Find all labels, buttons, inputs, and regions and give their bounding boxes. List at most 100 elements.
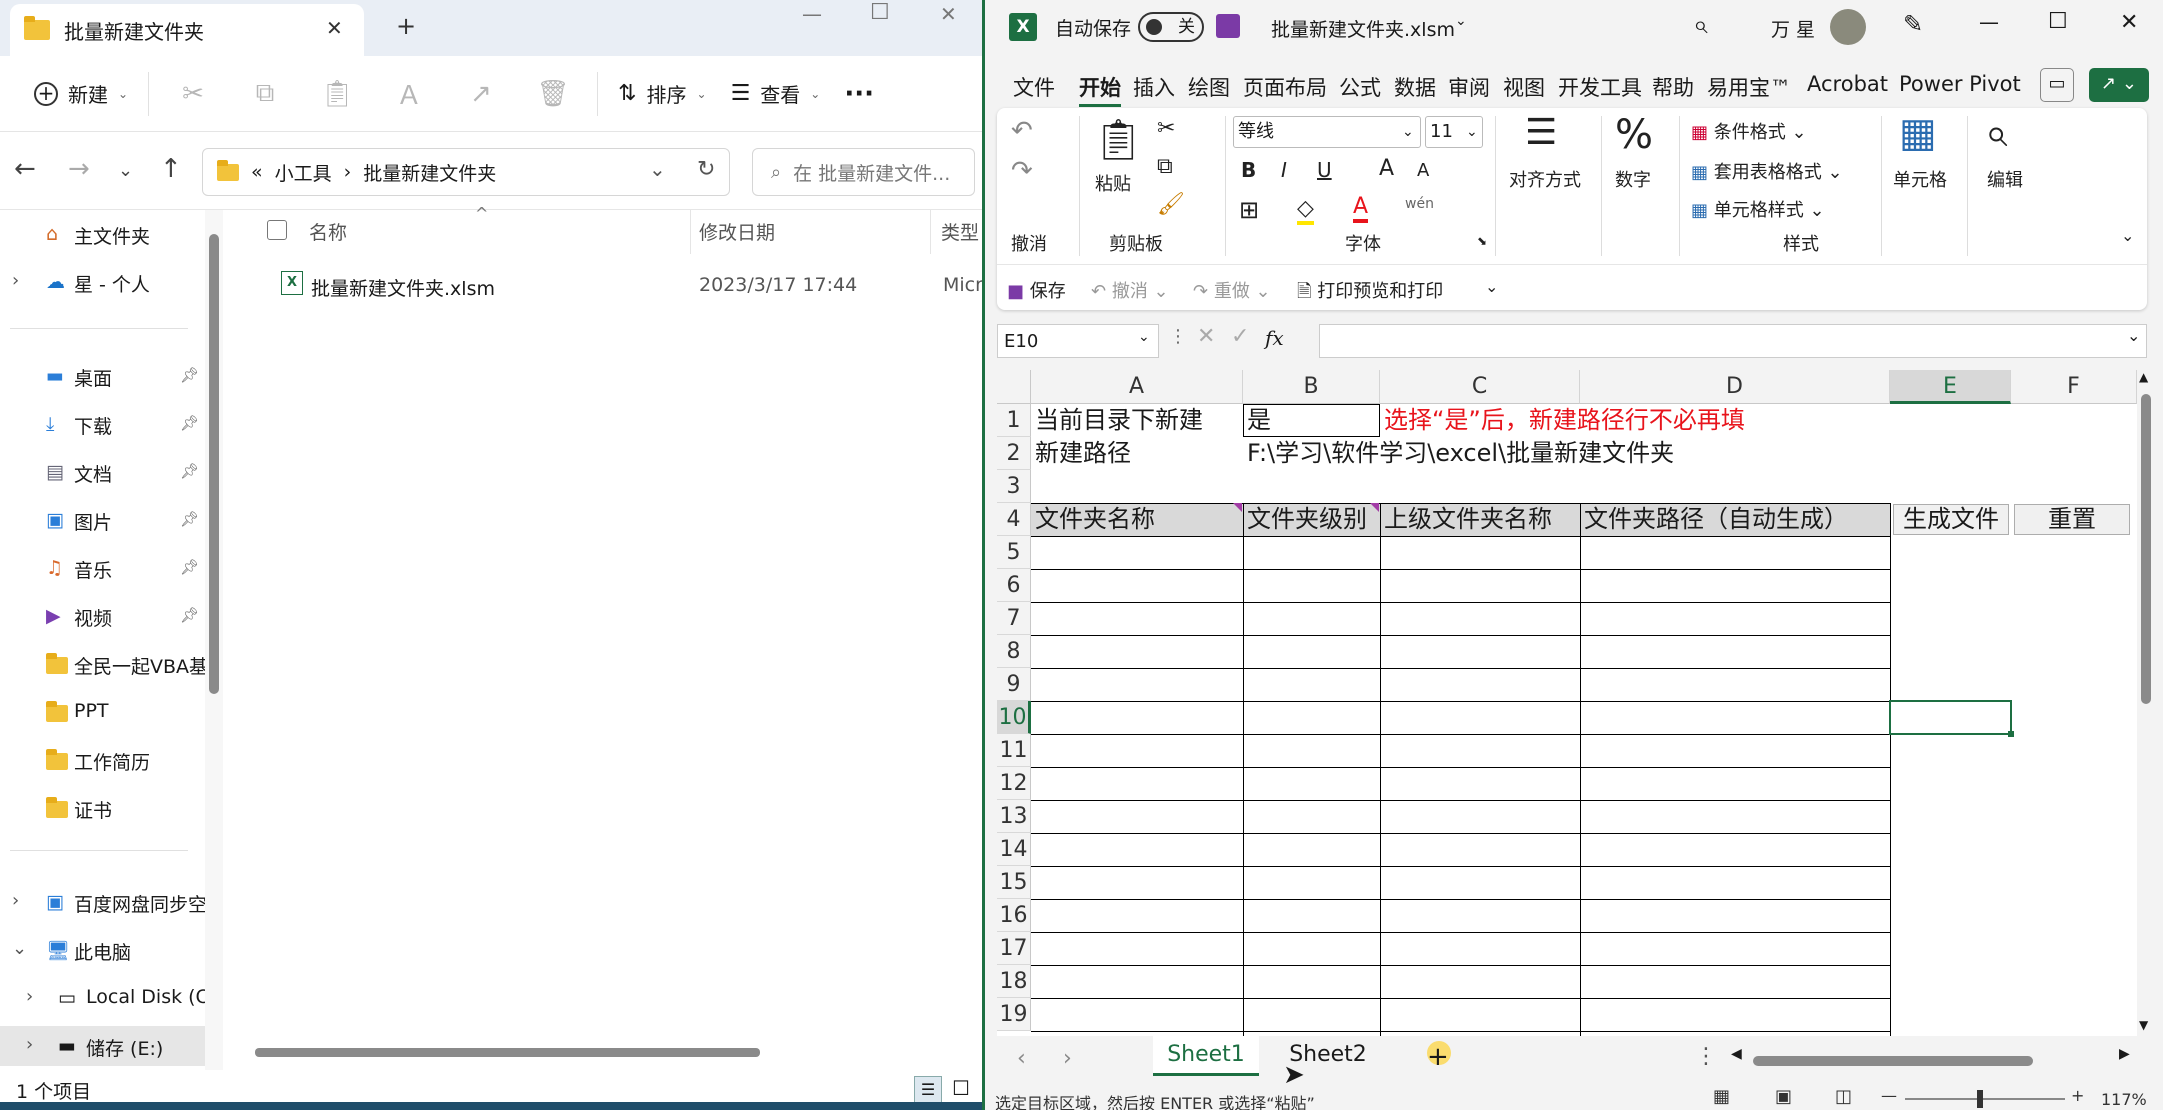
sort-button[interactable]: ⇅ 排序 ⌄ — [606, 70, 719, 118]
row-header[interactable]: 13 — [997, 800, 1031, 833]
column-header-name[interactable]: 名称 — [309, 218, 347, 245]
underline-button[interactable]: U — [1317, 158, 1332, 182]
row-header[interactable]: 1 — [997, 404, 1031, 437]
reset-button[interactable]: 重置 — [2014, 504, 2130, 535]
sidebar-item-home[interactable]: ⌂ 主文件夹 — [0, 214, 205, 254]
row-header[interactable]: 4 — [997, 503, 1031, 536]
sidebar-item-personal[interactable]: › ☁ 星 - 个人 — [0, 262, 205, 302]
close-tab-icon[interactable]: ✕ — [326, 16, 343, 40]
sidebar-item-this-pc[interactable]: ⌄ 🖥︎ 此电脑 — [0, 930, 205, 970]
sidebar-item-folder[interactable]: 全民一起VBA基 — [0, 644, 208, 684]
normal-view-icon[interactable]: ▦ — [1713, 1086, 1730, 1107]
row-header[interactable]: 8 — [997, 635, 1031, 668]
row-header[interactable]: 14 — [997, 833, 1031, 866]
maximize-button[interactable]: ☐ — [870, 0, 890, 25]
view-button[interactable]: ☰ 查看 ⌄ — [719, 70, 833, 118]
sidebar-item-folder[interactable]: PPT — [0, 692, 205, 732]
page-layout-view-icon[interactable]: ▣ — [1775, 1086, 1792, 1107]
copy-icon[interactable]: ⧉ — [1157, 154, 1173, 179]
column-header-c[interactable]: C — [1380, 370, 1580, 404]
column-header-d[interactable]: D — [1580, 370, 1890, 404]
zoom-out-icon[interactable]: — — [1881, 1086, 1897, 1105]
save-icon[interactable] — [1216, 14, 1240, 38]
row-header[interactable]: 3 — [997, 470, 1031, 503]
column-header-modified[interactable]: 修改日期 — [699, 218, 775, 245]
autosave-toggle[interactable]: 关 — [1138, 12, 1204, 42]
select-all-checkbox[interactable] — [267, 220, 287, 240]
breadcrumb-item[interactable]: 小工具 — [275, 159, 332, 186]
chevron-right-icon[interactable]: › — [26, 986, 33, 1007]
row-header[interactable]: 11 — [997, 734, 1031, 767]
column-divider[interactable] — [690, 210, 691, 254]
insert-function-icon[interactable]: fx — [1265, 326, 1284, 350]
share-icon[interactable]: ↗ — [445, 79, 517, 109]
tab-home[interactable]: 开始 — [1079, 72, 1121, 107]
row-header-selected[interactable]: 10 — [997, 701, 1031, 734]
row-header[interactable]: 15 — [997, 866, 1031, 899]
prev-sheet-icon[interactable]: ‹ — [1017, 1046, 1026, 1071]
more-options-button[interactable]: ··· — [832, 70, 886, 118]
more-icon[interactable]: ⋮ — [1169, 326, 1187, 347]
sidebar-item-downloads[interactable]: ⤓ 下载 📌︎ — [0, 404, 205, 444]
number-label[interactable]: 数字 — [1615, 166, 1651, 192]
row-header[interactable]: 2 — [997, 437, 1031, 470]
tab-review[interactable]: 审阅 — [1448, 72, 1490, 102]
select-all-corner[interactable] — [997, 370, 1031, 404]
qat-save-button[interactable]: ■ 保存 — [1007, 277, 1066, 303]
zoom-level[interactable]: 117% — [2101, 1090, 2147, 1109]
name-box[interactable]: E10 ⌄ — [997, 324, 1159, 358]
close-window-button[interactable]: ✕ — [940, 2, 957, 26]
table-format-button[interactable]: ▦ 套用表格格式 ⌄ — [1691, 158, 1843, 184]
chevron-down-icon[interactable]: ⌄ — [649, 157, 666, 181]
tab-formulas[interactable]: 公式 — [1339, 72, 1381, 102]
file-row[interactable]: X 批量新建文件夹.xlsm 2023/3/17 17:44 Micr — [223, 262, 985, 306]
cells-icon[interactable]: ▦ — [1899, 110, 1937, 156]
qat-print-button[interactable]: 🗎︎ 打印预览和打印 — [1297, 277, 1443, 309]
tab-data[interactable]: 数据 — [1394, 72, 1436, 102]
column-header-a[interactable]: A — [1031, 370, 1243, 404]
row-header[interactable]: 16 — [997, 899, 1031, 932]
sidebar-item-local-disk[interactable]: › ▭ Local Disk (C — [0, 978, 209, 1018]
column-header-b[interactable]: B — [1243, 370, 1380, 404]
up-arrow-icon[interactable]: ↑ — [160, 154, 182, 184]
sidebar-item-baidu[interactable]: › ▣ 百度网盘同步空 — [0, 882, 207, 922]
collapse-ribbon-icon[interactable]: ⌄ — [2121, 226, 2134, 245]
copy-icon[interactable]: ⧉ — [229, 78, 301, 109]
pin-icon[interactable]: 📌︎ — [180, 606, 199, 624]
add-sheet-button[interactable]: + — [1427, 1042, 1449, 1072]
page-break-view-icon[interactable]: ◫ — [1835, 1086, 1852, 1107]
search-icon[interactable]: ⌕ — [1693, 10, 1708, 41]
rename-icon[interactable]: Ａ — [373, 75, 445, 112]
font-size-select[interactable]: 11 ⌄ — [1425, 116, 1483, 148]
qat-redo-button[interactable]: ↷ 重做 ⌄ — [1193, 277, 1271, 303]
user-name[interactable]: 万 星 — [1771, 15, 1815, 42]
row-header[interactable]: 7 — [997, 602, 1031, 635]
cell-b1[interactable]: 是 — [1243, 404, 1271, 437]
phonetic-icon[interactable]: wén — [1405, 196, 1434, 212]
scrollbar-thumb[interactable] — [2141, 394, 2151, 704]
formula-input[interactable] — [1319, 324, 2147, 358]
cell-a2[interactable]: 新建路径 — [1031, 437, 1131, 470]
pin-icon[interactable]: 📌︎ — [180, 462, 199, 480]
cell-a1[interactable]: 当前目录下新建 — [1031, 404, 1203, 437]
fill-handle[interactable] — [2008, 731, 2014, 737]
minimize-button[interactable]: — — [802, 2, 822, 26]
new-button[interactable]: + 新建 ⌄ — [22, 70, 140, 118]
cells-label[interactable]: 单元格 — [1893, 166, 1947, 192]
worksheet-grid[interactable]: A B C D E F 1 2 3 4 5 6 7 8 9 10 11 12 1… — [997, 370, 2137, 1036]
explorer-tab[interactable]: 批量新建文件夹 ✕ — [10, 4, 364, 56]
tab-file[interactable]: 文件 — [1013, 72, 1055, 102]
pin-icon[interactable]: 📌︎ — [180, 558, 199, 576]
cell-c4[interactable]: 上级文件夹名称 — [1380, 503, 1552, 536]
comment-indicator[interactable] — [1233, 503, 1242, 512]
undo-icon[interactable]: ↶ — [1011, 116, 1033, 146]
row-header[interactable]: 19 — [997, 998, 1031, 1031]
row-header[interactable]: 12 — [997, 767, 1031, 800]
tab-view[interactable]: 视图 — [1503, 72, 1545, 102]
cell-b2[interactable]: F:\学习\软件学习\excel\批量新建文件夹 — [1243, 437, 1674, 470]
column-divider[interactable] — [930, 210, 931, 254]
redo-icon[interactable]: ↷ — [1011, 156, 1033, 186]
bold-button[interactable]: B — [1241, 158, 1256, 182]
share-button[interactable]: ↗ ⌄ — [2089, 68, 2149, 102]
tiles-view-icon[interactable]: ☐ — [952, 1076, 970, 1100]
